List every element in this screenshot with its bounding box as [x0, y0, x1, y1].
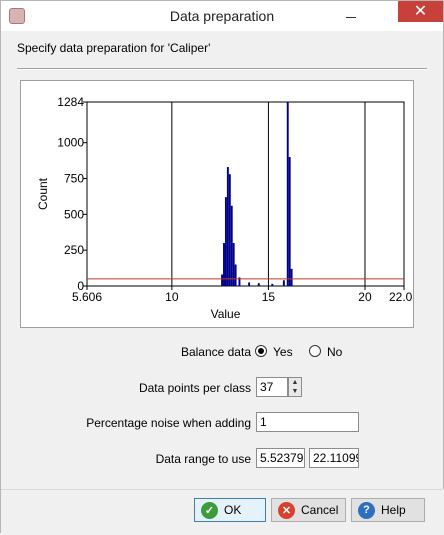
histogram-bar	[223, 243, 225, 286]
noise-input[interactable]: 1	[256, 412, 359, 432]
histogram-bar	[286, 102, 289, 286]
range-min-input[interactable]: 5.52379	[256, 448, 305, 468]
question-icon: ?	[358, 501, 375, 519]
ok-button[interactable]: ✓ OK	[194, 498, 266, 522]
y-tick-label: 250	[64, 243, 84, 257]
range-label: Data range to use	[155, 452, 251, 466]
histogram-bar	[232, 243, 235, 286]
button-bar: ✓ OK ✕ Cancel ? Help	[1, 489, 444, 535]
y-tick-label: 0	[77, 279, 84, 293]
help-label: Help	[381, 503, 406, 517]
histogram-bar	[257, 283, 260, 286]
ok-label: OK	[224, 503, 242, 517]
title-bar: Data preparation ✕	[1, 1, 443, 31]
dialog-window: Data preparation ✕ Specify data preparat…	[0, 0, 444, 535]
separator	[17, 68, 427, 70]
points-row: Data points per class 37 ▲ ▼	[1, 377, 444, 399]
noise-label: Percentage noise when adding	[86, 416, 251, 430]
histogram-bar	[226, 167, 229, 286]
range-row: Data range to use 5.52379 22.11099	[1, 448, 444, 470]
histogram-bar	[282, 280, 285, 286]
histogram-bar	[248, 282, 251, 286]
histogram-bar	[221, 274, 224, 286]
plot-area	[86, 101, 405, 287]
histogram-chart: 5.60610152022.02025050075010001284ValueC…	[20, 80, 419, 328]
cancel-icon: ✕	[278, 501, 295, 519]
window-title: Data preparation	[169, 8, 275, 24]
y-tick-label: 750	[64, 172, 84, 186]
points-label: Data points per class	[138, 381, 251, 395]
histogram-bar	[230, 205, 233, 286]
balance-yes-label[interactable]: Yes	[273, 345, 293, 359]
close-button[interactable]: ✕	[398, 1, 443, 22]
help-button[interactable]: ? Help	[351, 498, 425, 522]
dialog-subtitle: Specify data preparation for 'Caliper'	[17, 41, 211, 55]
y-tick-label: 500	[64, 207, 84, 221]
minimize-button[interactable]	[339, 7, 363, 25]
histogram-bar	[290, 268, 293, 286]
histogram-bar	[288, 157, 291, 286]
histogram-bar	[228, 174, 231, 286]
histogram-bar	[234, 264, 237, 286]
x-tick-label: 20	[358, 290, 372, 304]
y-axis-label: Count	[36, 177, 50, 210]
histogram-svg: 5.60610152022.02025050075010001284ValueC…	[36, 95, 419, 321]
balance-row: Balance data Yes No	[1, 341, 444, 363]
range-max-input[interactable]: 22.11099	[309, 448, 359, 468]
balance-label: Balance data	[180, 345, 251, 359]
noise-row: Percentage noise when adding 1	[1, 412, 444, 434]
check-icon: ✓	[201, 501, 218, 519]
x-tick-label: 10	[165, 290, 179, 304]
histogram-bar	[224, 197, 227, 286]
y-tick-label: 1284	[57, 95, 84, 109]
balance-yes-radio[interactable]	[255, 345, 267, 357]
histogram-bar	[271, 283, 274, 286]
x-tick-label: 22.02	[389, 290, 413, 304]
balance-no-label[interactable]: No	[327, 345, 342, 359]
points-input[interactable]: 37	[256, 377, 288, 397]
cancel-button[interactable]: ✕ Cancel	[271, 498, 346, 522]
balance-no-radio[interactable]	[309, 345, 321, 357]
spin-up-icon[interactable]: ▲	[289, 378, 301, 387]
x-tick-label: 15	[262, 290, 276, 304]
spin-down-icon[interactable]: ▼	[289, 387, 301, 396]
x-axis-label: Value	[211, 307, 241, 321]
points-spinner[interactable]: ▲ ▼	[288, 377, 302, 397]
y-tick-label: 1000	[57, 136, 84, 150]
cancel-label: Cancel	[301, 503, 339, 517]
